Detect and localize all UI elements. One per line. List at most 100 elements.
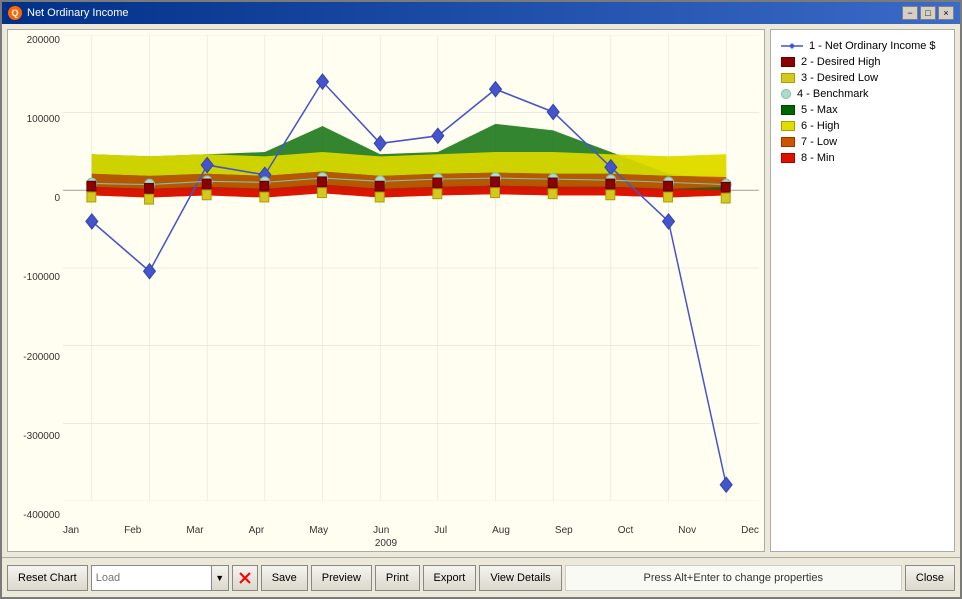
legend-item-5: 5 - Max: [781, 104, 944, 116]
legend-label-3: 3 - Desired Low: [801, 72, 878, 84]
close-button[interactable]: Close: [905, 565, 955, 591]
x-label-nov: Nov: [678, 525, 696, 536]
alt-enter-hint: Press Alt+Enter to change properties: [565, 565, 902, 591]
legend-item-7: 7 - Low: [781, 136, 944, 148]
dhigh-may: [318, 177, 327, 187]
dhigh-feb: [145, 183, 154, 193]
y-label-0: 0: [54, 193, 60, 204]
dhigh-jan: [87, 181, 96, 191]
print-button[interactable]: Print: [375, 565, 420, 591]
dlow-apr: [260, 192, 269, 202]
dlow-sep: [548, 189, 557, 199]
diamond-nov: [663, 214, 675, 229]
main-window: Q Net Ordinary Income − □ × 200000 10000…: [0, 0, 962, 599]
legend-swatch-8: [781, 153, 795, 163]
x-label-aug: Aug: [492, 525, 510, 536]
legend-swatch-5: [781, 105, 795, 115]
x-label-jul: Jul: [434, 525, 447, 536]
chart-container: 200000 100000 0 -100000 -200000 -300000 …: [7, 29, 765, 552]
legend-label-5: 5 - Max: [801, 104, 838, 116]
dlow-jun: [375, 192, 384, 202]
diamond-dec: [720, 477, 732, 492]
legend-area: 1 - Net Ordinary Income $ 2 - Desired Hi…: [770, 29, 955, 552]
y-label--300000: -300000: [23, 431, 60, 442]
dlow-aug: [491, 188, 500, 198]
y-label--100000: -100000: [23, 272, 60, 283]
legend-label-7: 7 - Low: [801, 136, 837, 148]
window-title: Net Ordinary Income: [27, 7, 128, 19]
x-axis: Jan Feb Mar Apr May Jun Jul Aug Sep Oct …: [63, 525, 759, 536]
y-label-200000: 200000: [27, 35, 60, 46]
legend-item-4: 4 - Benchmark: [781, 88, 944, 100]
dhigh-sep: [548, 178, 557, 188]
legend-swatch-7: [781, 137, 795, 147]
legend-label-4: 4 - Benchmark: [797, 88, 869, 100]
preview-button[interactable]: Preview: [311, 565, 372, 591]
save-button[interactable]: Save: [261, 565, 308, 591]
legend-label-1: 1 - Net Ordinary Income $: [809, 40, 936, 52]
view-details-button[interactable]: View Details: [479, 565, 561, 591]
dlow-nov: [664, 192, 673, 202]
y-label--400000: -400000: [23, 510, 60, 521]
chart-plot: [63, 35, 759, 501]
legend-label-2: 2 - Desired High: [801, 56, 880, 68]
delete-load-button[interactable]: [232, 565, 258, 591]
legend-label-8: 8 - Min: [801, 152, 835, 164]
title-bar: Q Net Ordinary Income − □ ×: [2, 2, 960, 24]
y-label--200000: -200000: [23, 352, 60, 363]
export-button[interactable]: Export: [423, 565, 477, 591]
content-area: 200000 100000 0 -100000 -200000 -300000 …: [2, 24, 960, 557]
reset-chart-button[interactable]: Reset Chart: [7, 565, 88, 591]
dhigh-apr: [260, 181, 269, 191]
legend-item-6: 6 - High: [781, 120, 944, 132]
close-title-button[interactable]: ×: [938, 6, 954, 20]
legend-item-8: 8 - Min: [781, 152, 944, 164]
dlow-jan: [87, 192, 96, 202]
dhigh-aug: [491, 177, 500, 187]
legend-label-6: 6 - High: [801, 120, 840, 132]
load-input[interactable]: [91, 565, 211, 591]
legend-item-2: 2 - Desired High: [781, 56, 944, 68]
dlow-oct: [606, 190, 615, 200]
dhigh-jun: [375, 181, 384, 191]
dhigh-dec: [721, 182, 730, 192]
x-label-sep: Sep: [555, 525, 573, 536]
load-combo: ▼: [91, 565, 229, 591]
y-label-100000: 100000: [27, 114, 60, 125]
x-label-feb: Feb: [124, 525, 141, 536]
diamond-feb: [144, 264, 156, 279]
legend-swatch-2: [781, 57, 795, 67]
diamond-jan: [86, 214, 98, 229]
x-label-jan: Jan: [63, 525, 79, 536]
dlow-jul: [433, 189, 442, 199]
diamond-aug: [490, 82, 502, 97]
chart-year: 2009: [375, 538, 397, 549]
legend-item-3: 3 - Desired Low: [781, 72, 944, 84]
dhigh-nov: [664, 181, 673, 191]
dlow-mar: [202, 190, 211, 200]
dlow-feb: [145, 194, 154, 204]
diamond-sep: [547, 104, 559, 119]
y-axis: 200000 100000 0 -100000 -200000 -300000 …: [8, 30, 63, 521]
legend-swatch-4: [781, 89, 791, 99]
x-label-dec: Dec: [741, 525, 759, 536]
chart-svg: [63, 35, 759, 501]
x-label-jun: Jun: [373, 525, 389, 536]
dlow-dec: [721, 193, 730, 203]
delete-icon: [238, 571, 252, 585]
app-icon: Q: [8, 6, 22, 20]
x-label-may: May: [309, 525, 328, 536]
dhigh-oct: [606, 179, 615, 189]
x-label-oct: Oct: [618, 525, 634, 536]
x-label-mar: Mar: [186, 525, 203, 536]
diamond-jul: [432, 128, 444, 143]
x-label-apr: Apr: [249, 525, 265, 536]
toolbar: Reset Chart ▼ Save Preview Print Export …: [2, 557, 960, 597]
load-dropdown-arrow[interactable]: ▼: [211, 565, 229, 591]
legend-line-icon-1: [781, 40, 803, 52]
dlow-may: [318, 188, 327, 198]
minimize-button[interactable]: −: [902, 6, 918, 20]
legend-swatch-3: [781, 73, 795, 83]
maximize-button[interactable]: □: [920, 6, 936, 20]
dhigh-jul: [433, 178, 442, 188]
